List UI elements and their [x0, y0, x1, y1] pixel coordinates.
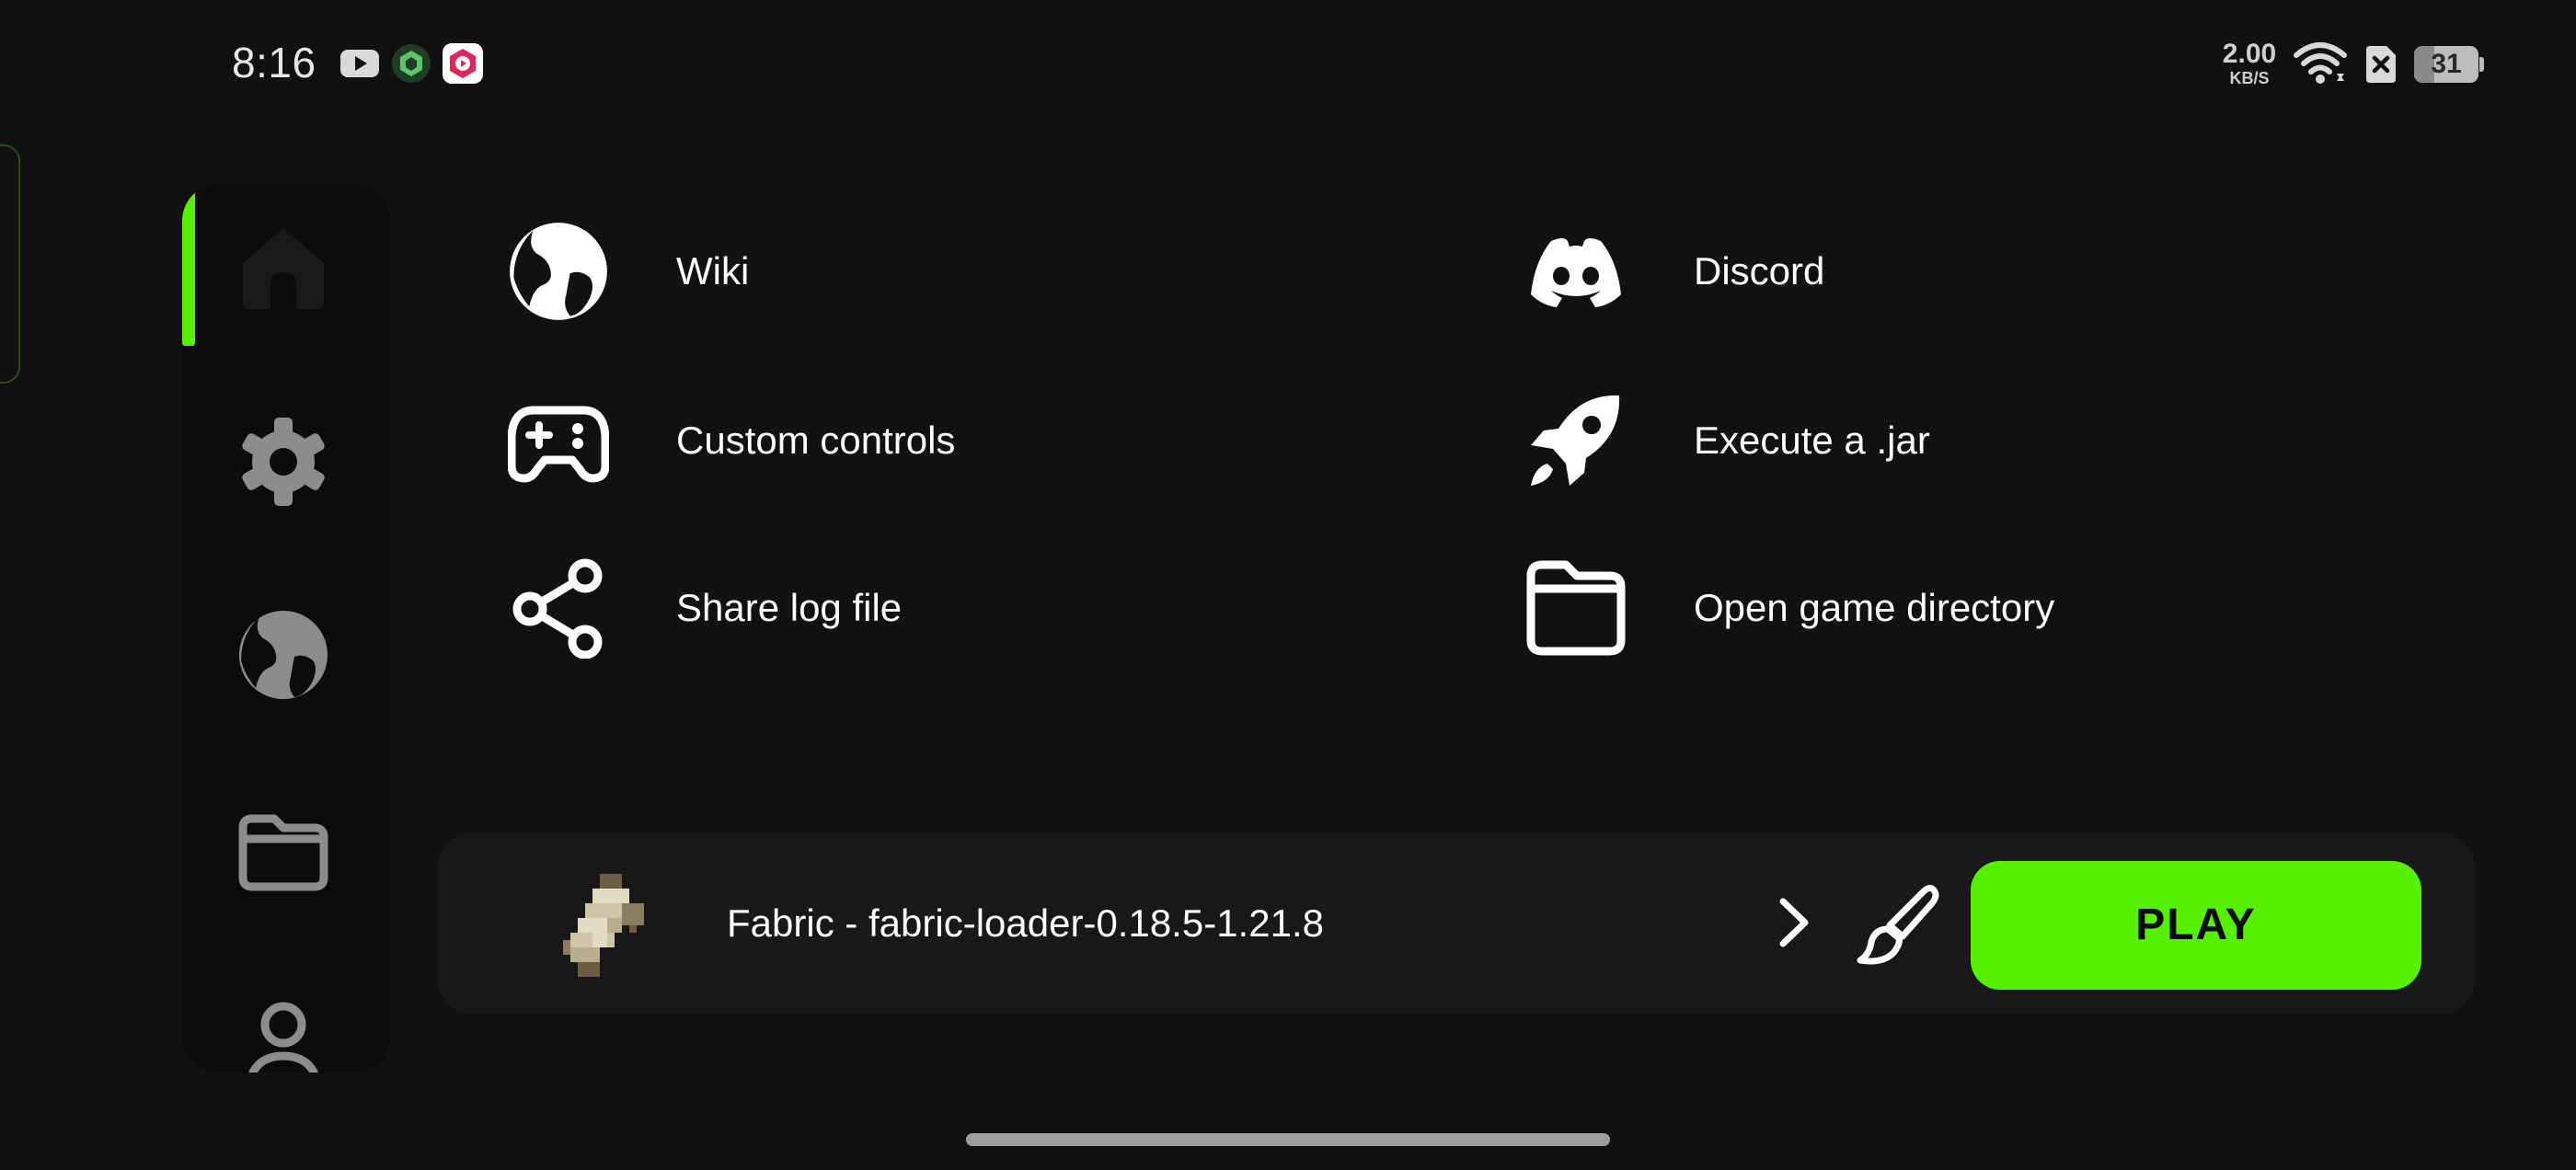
active-tab-indicator — [182, 191, 195, 346]
launcher-bar: Fabric - fabric-loader-0.18.5-1.21.8 PLA… — [438, 833, 2475, 1014]
edge-panel-handle[interactable] — [0, 144, 20, 384]
folder-icon — [1525, 557, 1627, 659]
wiki-label: Wiki — [676, 249, 750, 292]
sidebar-item-home[interactable] — [236, 217, 331, 313]
battery-indicator: 31 — [2414, 46, 2484, 83]
status-time: 8:16 — [232, 39, 316, 86]
youtube-icon — [339, 42, 381, 85]
discord-icon — [1525, 221, 1627, 322]
sidebar-item-settings[interactable] — [236, 414, 331, 510]
no-sim-icon — [2363, 44, 2399, 85]
network-speed-value: 2.00 — [2222, 39, 2277, 69]
home-icon — [243, 228, 324, 309]
green-hex-app-icon — [390, 42, 432, 85]
execute-jar-action[interactable]: Execute a .jar — [1525, 390, 2353, 491]
wiki-action[interactable]: Wiki — [508, 221, 1336, 322]
discord-label: Discord — [1694, 249, 1825, 292]
profile-name[interactable]: Fabric - fabric-loader-0.18.5-1.21.8 — [727, 833, 1324, 1014]
gear-icon — [242, 418, 325, 506]
share-log-action[interactable]: Share log file — [508, 557, 1336, 660]
sidebar-item-web[interactable] — [236, 607, 331, 703]
rocket-icon — [1525, 390, 1627, 491]
sidebar-item-files[interactable] — [236, 802, 331, 898]
chevron-right-icon[interactable] — [1763, 892, 1823, 953]
network-speed-unit: KB/S — [2229, 69, 2270, 87]
globe-icon — [508, 221, 609, 322]
play-button[interactable]: PLAY — [1971, 861, 2421, 990]
custom-controls-action[interactable]: Custom controls — [507, 390, 1336, 491]
share-icon — [508, 557, 609, 660]
sidebar-item-account[interactable] — [236, 997, 331, 1072]
brush-icon[interactable] — [1855, 881, 1941, 968]
network-speed: 2.00 KB/S — [2213, 39, 2286, 87]
discord-action[interactable]: Discord — [1525, 221, 2353, 322]
red-play-app-icon — [442, 42, 484, 85]
folder-icon — [238, 814, 328, 891]
execute-jar-label: Execute a .jar — [1694, 419, 1930, 462]
battery-level: 31 — [2431, 49, 2462, 79]
person-icon — [248, 1002, 318, 1072]
share-log-label: Share log file — [676, 586, 903, 629]
custom-controls-label: Custom controls — [676, 419, 956, 462]
sidebar — [182, 184, 390, 1072]
globe-icon — [239, 611, 328, 699]
wifi-icon — [2293, 40, 2348, 86]
open-directory-label: Open game directory — [1694, 586, 2055, 629]
gamepad-icon — [507, 390, 610, 491]
home-indicator[interactable] — [966, 1133, 1610, 1146]
open-directory-action[interactable]: Open game directory — [1525, 557, 2353, 659]
fabric-scroll-icon[interactable] — [548, 866, 666, 984]
